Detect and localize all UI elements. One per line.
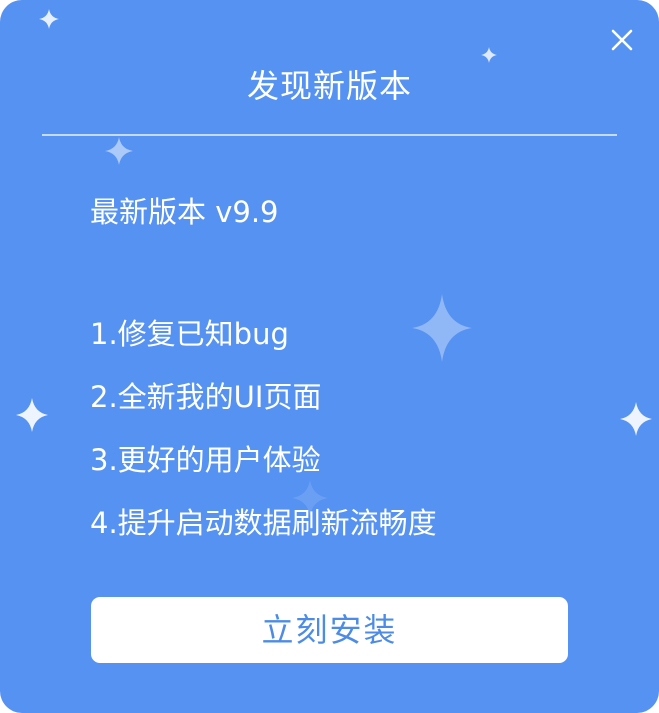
sparkle-icon [39,9,59,29]
sparkle-icon [620,402,652,436]
changelog-item: 1.修复已知bug [90,317,289,351]
update-dialog: 发现新版本 最新版本 v9.9 1.修复已知bug 2.全新我的UI页面 3.更… [0,0,659,713]
changelog-item: 2.全新我的UI页面 [90,380,322,414]
title-divider [42,134,617,136]
install-now-button[interactable]: 立刻安装 [91,597,568,663]
dialog-title: 发现新版本 [246,67,412,105]
changelog-item: 4.提升启动数据刷新流畅度 [90,506,437,540]
close-button[interactable] [604,22,640,58]
changelog-item: 3.更好的用户体验 [90,443,321,477]
sparkle-icon [16,398,48,432]
close-icon [611,29,633,51]
version-label: 最新版本 v9.9 [90,195,279,229]
changelog-list: 1.修复已知bug 2.全新我的UI页面 3.更好的用户体验 4.提升启动数据刷… [90,312,437,564]
sparkle-icon [105,137,133,165]
